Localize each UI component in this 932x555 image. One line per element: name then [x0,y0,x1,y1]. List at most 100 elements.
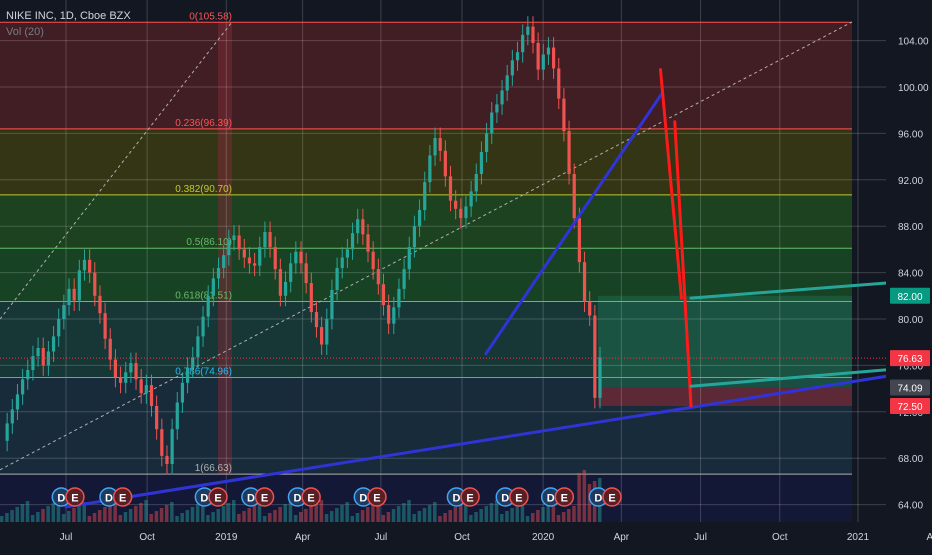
price-tick-label: 92.00 [898,176,923,187]
time-tick-label: Oct [454,532,470,543]
candle-body [108,338,112,360]
price-badge-label: 74.09 [897,384,922,395]
candle-body [381,284,386,306]
volume-bar [587,484,592,522]
candle-body [495,104,499,113]
price-tick-label: 88.00 [898,222,923,233]
volume-bar [510,508,514,522]
candle-body [309,283,313,313]
candle-body [531,26,535,43]
candle-body [582,262,587,302]
volume-bar [299,512,303,522]
volume-bar [309,506,313,522]
event-label: E [119,493,126,505]
candle-body [588,301,592,316]
candle-body [479,151,484,174]
event-label: D [452,493,460,505]
volume-bar [61,514,66,522]
volume-label: Vol (20) [6,26,44,38]
candle-body [557,68,561,99]
candle-body [196,336,200,358]
time-tick-label: Jul [374,532,387,543]
time-tick-label: 2020 [532,532,555,543]
candle-body [77,270,81,301]
candle-body [299,251,303,264]
volume-bar [144,500,148,522]
event-label: D [294,493,302,505]
candle-body [340,257,344,268]
price-badge-label: 76.63 [897,354,922,365]
fib-label: 1(66.63) [195,463,232,474]
volume-bar [67,511,71,522]
volume-bar [402,503,406,522]
volume-bar [154,511,159,522]
volume-bar [97,510,102,522]
event-label: E [214,493,221,505]
volume-bar [329,511,334,522]
volume-bar [0,516,4,522]
fib-label: 0.618(81.51) [175,290,232,301]
candle-body [392,307,396,324]
candle-body [134,363,138,380]
volume-bar [453,507,458,522]
candle-body [448,176,453,201]
candle-body [139,379,143,394]
price-chart[interactable]: 0(105.58) 0.236(96.39) 0.382(90.70) 0.5(86.… [0,0,932,550]
volume-bar [87,516,92,522]
volume-bar [541,507,545,522]
time-tick-label: Jul [694,532,707,543]
candle-body [397,288,401,308]
candle-body [454,200,458,209]
candle-body [541,54,545,70]
candle-body [93,272,97,296]
candle-body [289,263,293,282]
candle-body [304,263,308,284]
volume-bar [438,516,442,522]
candle-body [546,47,551,55]
volume-bar [500,514,504,522]
candle-body [536,42,540,70]
candle-body [232,235,236,241]
candle-body [469,191,473,207]
candle-body [165,455,169,464]
candle-body [325,319,329,345]
volume-bar [72,508,76,522]
volume-bar [324,514,329,522]
time-tick-label: Apr [927,532,932,543]
time-tick-label: 2019 [215,532,238,543]
time-axis: Jul Oct 2019 Apr Jul Oct 2020 Apr Jul Oct 2021 Apr [0,522,932,550]
volume-bar [231,500,236,522]
volume-bar [283,504,288,522]
volume-bar [335,508,339,522]
candle-body [155,406,159,430]
volume-bar [10,510,14,522]
chart-root[interactable]: 0(105.58) 0.236(96.39) 0.382(90.70) 0.5(86.… [0,0,932,550]
volume-bar [319,500,324,522]
candle-body [330,290,334,319]
candle-body [36,348,40,357]
event-label: E [561,493,568,505]
fib-band [0,248,852,302]
candle-body [278,269,282,296]
volume-bar [407,500,411,522]
candle-body [237,235,241,250]
volume-bar [195,504,200,522]
volume-bar [15,507,19,522]
time-tick-label: 2021 [847,532,870,543]
candle-body [268,232,272,248]
candle-body [490,112,494,134]
candle-body [258,247,262,266]
candle-body [366,234,370,252]
candle-body [552,47,556,69]
candle-body [505,75,509,91]
volume-bar [268,513,272,522]
volume-bar [5,513,9,522]
volume-bar [139,503,143,522]
price-tick-label: 84.00 [898,269,923,280]
volume-bar [469,515,473,522]
candle-body [253,263,257,266]
volume-bar [77,505,81,522]
price-tick-label: 64.00 [898,501,923,512]
volume-bar [211,512,215,522]
event-label: E [373,493,380,505]
